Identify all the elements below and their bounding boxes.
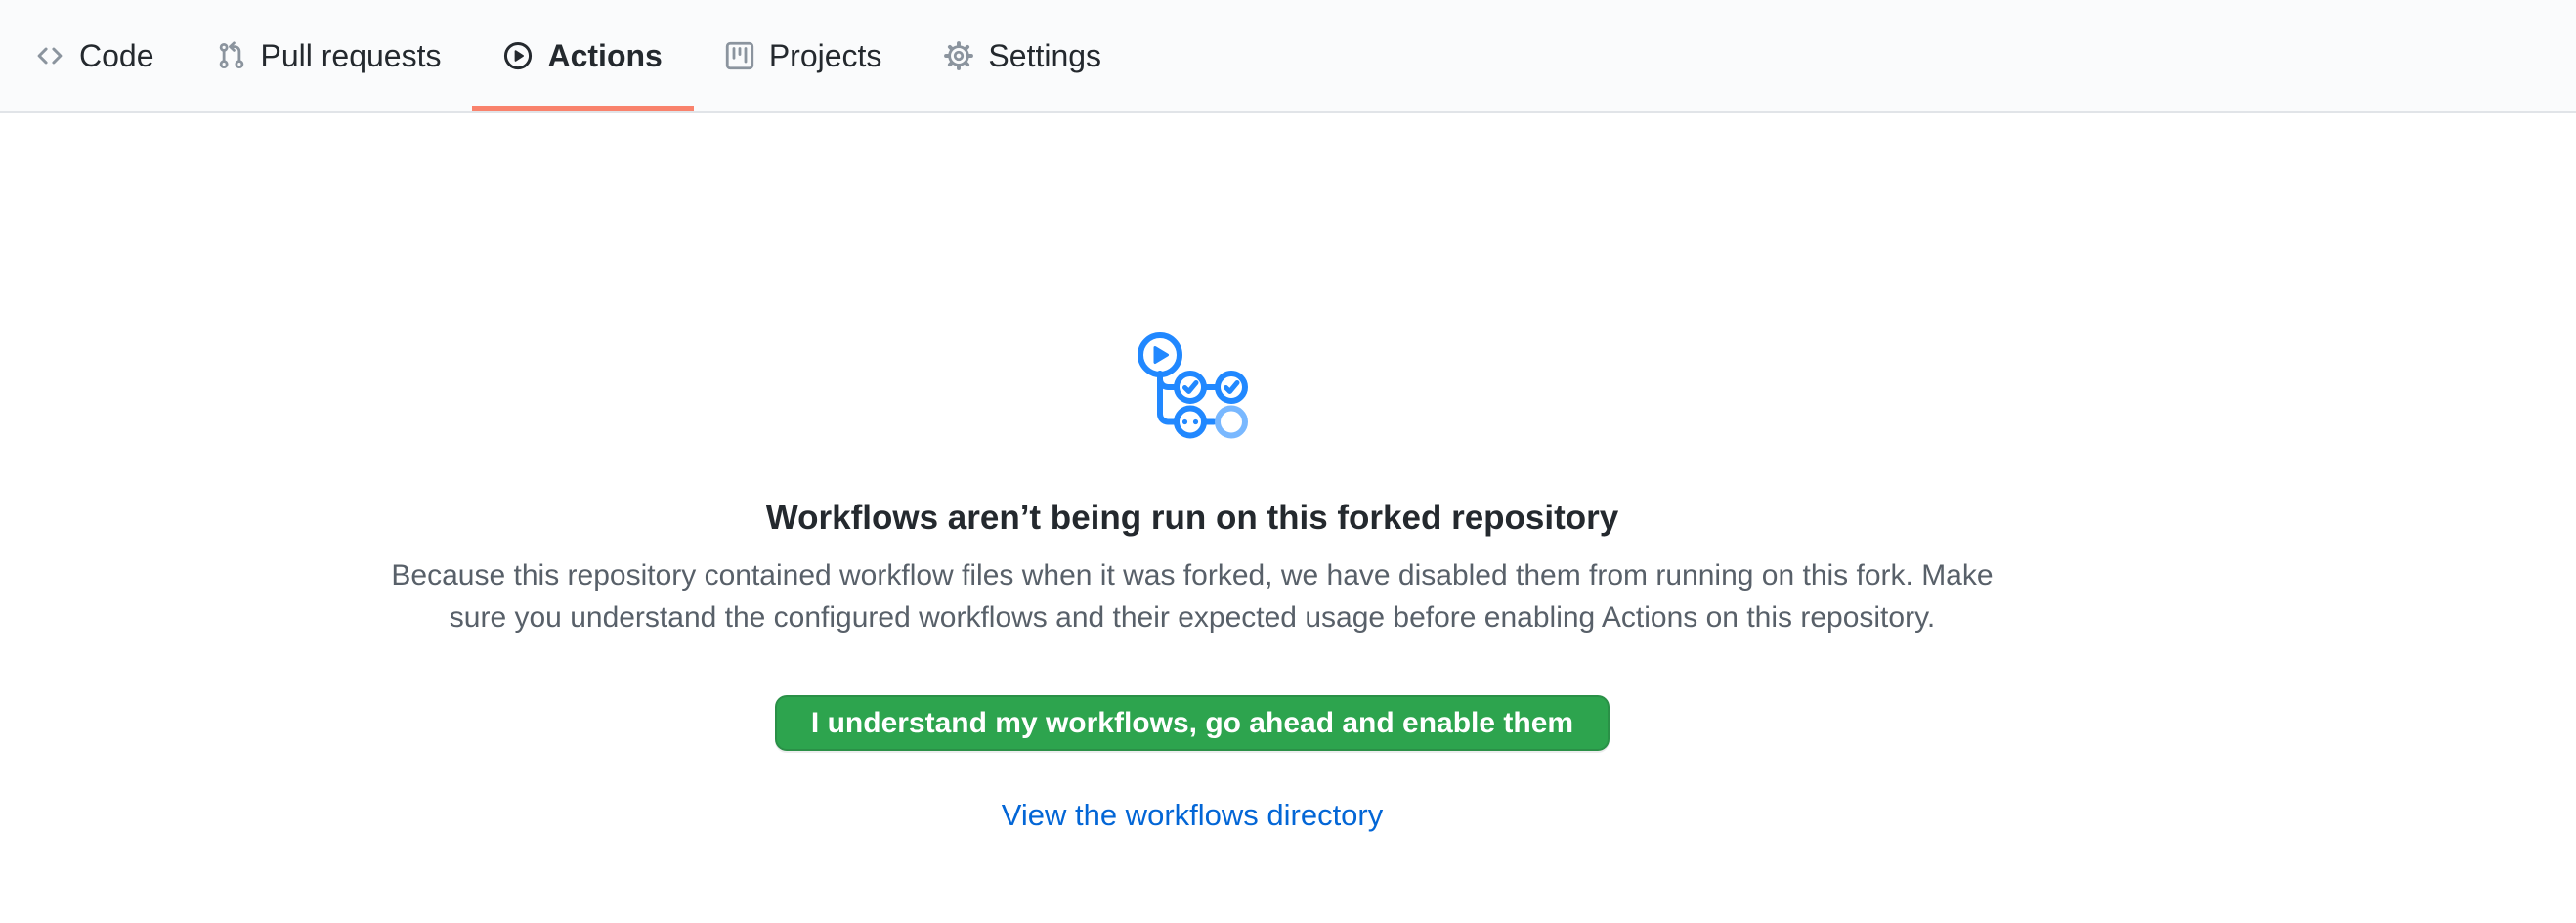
tab-code[interactable]: Code (4, 0, 186, 111)
project-icon (725, 41, 754, 70)
tab-projects-label: Projects (769, 38, 882, 74)
workflows-disabled-blankslate: Workflows aren’t being run on this forke… (0, 330, 2384, 833)
blankslate-heading: Workflows aren’t being run on this forke… (0, 498, 2384, 539)
tab-pull-requests[interactable]: Pull requests (186, 0, 473, 111)
tab-actions-label: Actions (547, 38, 662, 74)
tab-actions[interactable]: Actions (472, 0, 693, 111)
view-workflows-directory-link[interactable]: View the workflows directory (1002, 798, 1384, 832)
tab-projects[interactable]: Projects (694, 0, 914, 111)
repo-tab-bar: Code Pull requests Actions (0, 0, 2576, 113)
git-pull-request-icon (217, 41, 246, 70)
workflow-graph-icon (1136, 330, 1249, 444)
tab-pull-requests-label: Pull requests (261, 38, 442, 74)
enable-workflows-button[interactable]: I understand my workflows, go ahead and … (775, 695, 1610, 751)
gear-icon (944, 41, 973, 70)
blankslate-description: Because this repository contained workfl… (366, 554, 2018, 638)
tab-settings[interactable]: Settings (913, 0, 1133, 111)
tab-settings-label: Settings (988, 38, 1101, 74)
actions-disabled-panel: Workflows aren’t being run on this forke… (0, 113, 2384, 833)
play-icon (503, 41, 533, 70)
tab-code-label: Code (79, 38, 154, 74)
code-icon (35, 41, 64, 70)
